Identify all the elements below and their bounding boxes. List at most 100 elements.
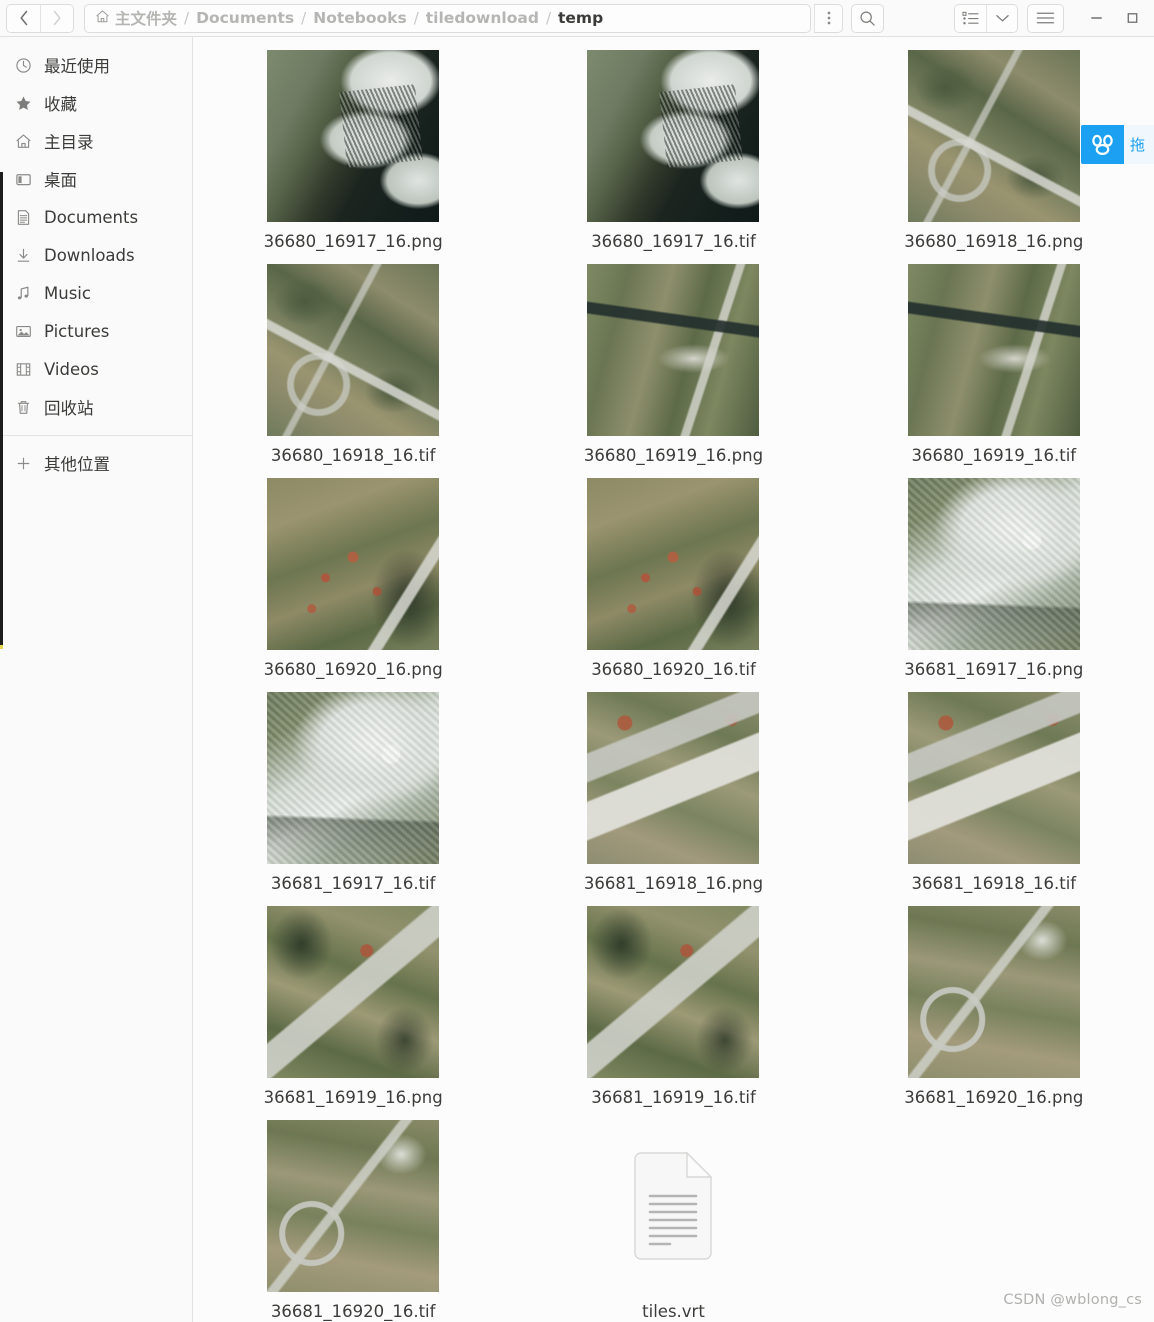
thumbnail-image: [587, 692, 760, 864]
breadcrumb-separator: /: [184, 9, 190, 27]
breadcrumb-separator: /: [545, 9, 551, 27]
sidebar-item-other-locations[interactable]: 其他位置: [0, 444, 192, 482]
main-menu-button[interactable]: [1027, 3, 1064, 33]
thumbnail-image: [907, 50, 1080, 222]
file-name-label: 36681_16919_16.tif: [591, 1088, 756, 1107]
breadcrumb-item-temp[interactable]: temp: [556, 9, 605, 27]
home-icon: [14, 132, 32, 150]
breadcrumb-separator: /: [413, 9, 419, 27]
file-item[interactable]: 36681_16919_16.tif: [563, 903, 783, 1117]
sidebar-item-downloads[interactable]: Downloads: [0, 236, 192, 274]
sidebar-item-documents[interactable]: Documents: [0, 198, 192, 236]
window-controls: [1078, 3, 1150, 33]
chevron-down-icon: [995, 14, 1009, 21]
download-icon: [14, 246, 32, 264]
sidebar-item-label: Documents: [44, 207, 139, 227]
thumbnail-image: [907, 264, 1080, 436]
sidebar-item-home[interactable]: 主目录: [0, 122, 192, 160]
thumbnail-image: [267, 478, 440, 650]
maximize-icon: [1127, 13, 1137, 23]
file-item[interactable]: 36681_16918_16.tif: [884, 689, 1104, 903]
thumbnail-image: [587, 906, 760, 1078]
file-item[interactable]: 36680_16917_16.png: [243, 47, 463, 261]
file-view[interactable]: 36680_16917_16.png 36680_16917_16.tif 3668…: [193, 37, 1154, 1322]
list-view-button[interactable]: [955, 4, 986, 32]
file-item[interactable]: 36681_16919_16.png: [243, 903, 463, 1117]
thumbnail-image: [587, 264, 760, 436]
file-name-label: 36680_16918_16.png: [904, 232, 1084, 251]
thumbnail-image: [587, 50, 760, 222]
view-options-dropdown[interactable]: [986, 4, 1017, 32]
path-menu-button[interactable]: [814, 3, 843, 33]
sidebar-item-label: 桌面: [44, 171, 77, 190]
sidebar-item-desktop[interactable]: 桌面: [0, 160, 192, 198]
file-item[interactable]: 36680_16920_16.tif: [563, 475, 783, 689]
file-name-label: 36681_16920_16.tif: [270, 1302, 436, 1321]
file-name-label: 36680_16920_16.png: [263, 660, 443, 679]
sidebar-item-recent[interactable]: 最近使用: [0, 46, 192, 84]
screen-edge-strip: [0, 172, 3, 647]
desktop-icon: [14, 170, 32, 188]
breadcrumb-item-home[interactable]: 主文件夹: [93, 7, 179, 29]
film-icon: [14, 360, 32, 378]
thumbnail-image: [267, 906, 440, 1078]
file-item[interactable]: 36681_16918_16.png: [563, 689, 783, 903]
file-item[interactable]: 36680_16918_16.tif: [243, 261, 463, 475]
file-name-label: 36680_16920_16.tif: [591, 660, 756, 679]
image-thumbnail: [907, 692, 1080, 864]
image-thumbnail: [587, 264, 760, 436]
file-item[interactable]: 36680_16917_16.tif: [563, 47, 783, 261]
sidebar: 最近使用 收藏 主目录 桌面 Documents Downloads Music…: [0, 37, 193, 1322]
file-name-label: 36681_16917_16.tif: [270, 874, 436, 893]
thumbnail-image: [267, 50, 440, 222]
file-item[interactable]: 36680_16918_16.png: [884, 47, 1104, 261]
file-item[interactable]: 36680_16919_16.png: [563, 261, 783, 475]
image-thumbnail: [907, 906, 1080, 1078]
file-name-label: 36680_16917_16.png: [263, 232, 443, 251]
file-item[interactable]: 36681_16920_16.tif: [243, 1117, 463, 1322]
baidu-netdisk-overlay[interactable]: 拖: [1081, 125, 1154, 164]
file-item[interactable]: 36681_16917_16.png: [884, 475, 1104, 689]
image-thumbnail: [587, 906, 760, 1078]
sidebar-divider: [0, 435, 192, 436]
breadcrumb-item-tiledownload[interactable]: tiledownload: [424, 9, 541, 27]
forward-button[interactable]: [40, 4, 73, 32]
thumbnail-image: [267, 264, 440, 436]
menu-dots-icon: [827, 11, 830, 25]
file-item[interactable]: 36680_16920_16.png: [243, 475, 463, 689]
hamburger-menu-icon: [1036, 12, 1055, 24]
file-name-label: 36680_16919_16.png: [583, 446, 764, 465]
thumbnail-image: [267, 1120, 440, 1292]
file-name-label: 36681_16917_16.png: [904, 660, 1084, 679]
minimize-button[interactable]: [1078, 3, 1114, 33]
plus-icon: [14, 454, 32, 472]
baidu-netdisk-tooltip: 拖: [1124, 125, 1154, 164]
sidebar-item-music[interactable]: Music: [0, 274, 192, 312]
search-button[interactable]: [851, 3, 884, 33]
document-icon: [14, 208, 32, 226]
file-grid: 36680_16917_16.png 36680_16917_16.tif 3668…: [193, 37, 1154, 1322]
file-name-label: 36680_16919_16.tif: [911, 446, 1077, 465]
image-thumbnail: [587, 50, 760, 222]
file-name-label: 36680_16917_16.tif: [591, 232, 756, 251]
file-item[interactable]: 36680_16919_16.tif: [884, 261, 1104, 475]
breadcrumb-item-notebooks[interactable]: Notebooks: [311, 9, 408, 27]
header-bar: 主文件夹 / Documents / Notebooks / tiledownl…: [0, 0, 1154, 37]
thumbnail-image: [907, 478, 1080, 650]
image-thumbnail: [587, 478, 760, 650]
maximize-button[interactable]: [1114, 3, 1150, 33]
sidebar-item-trash[interactable]: 回收站: [0, 388, 192, 426]
sidebar-item-pictures[interactable]: Pictures: [0, 312, 192, 350]
sidebar-item-videos[interactable]: Videos: [0, 350, 192, 388]
file-name-label: 36681_16918_16.tif: [911, 874, 1077, 893]
file-item[interactable]: 36681_16917_16.tif: [243, 689, 463, 903]
baidu-netdisk-icon[interactable]: [1081, 125, 1124, 164]
back-button[interactable]: [7, 4, 40, 32]
home-icon: [95, 9, 110, 28]
list-view-icon: [962, 11, 979, 24]
file-item[interactable]: 36681_16920_16.png: [884, 903, 1104, 1117]
breadcrumb-item-documents[interactable]: Documents: [194, 9, 296, 27]
image-thumbnail: [267, 692, 440, 864]
file-item[interactable]: tiles.vrt: [563, 1117, 783, 1322]
sidebar-item-starred[interactable]: 收藏: [0, 84, 192, 122]
